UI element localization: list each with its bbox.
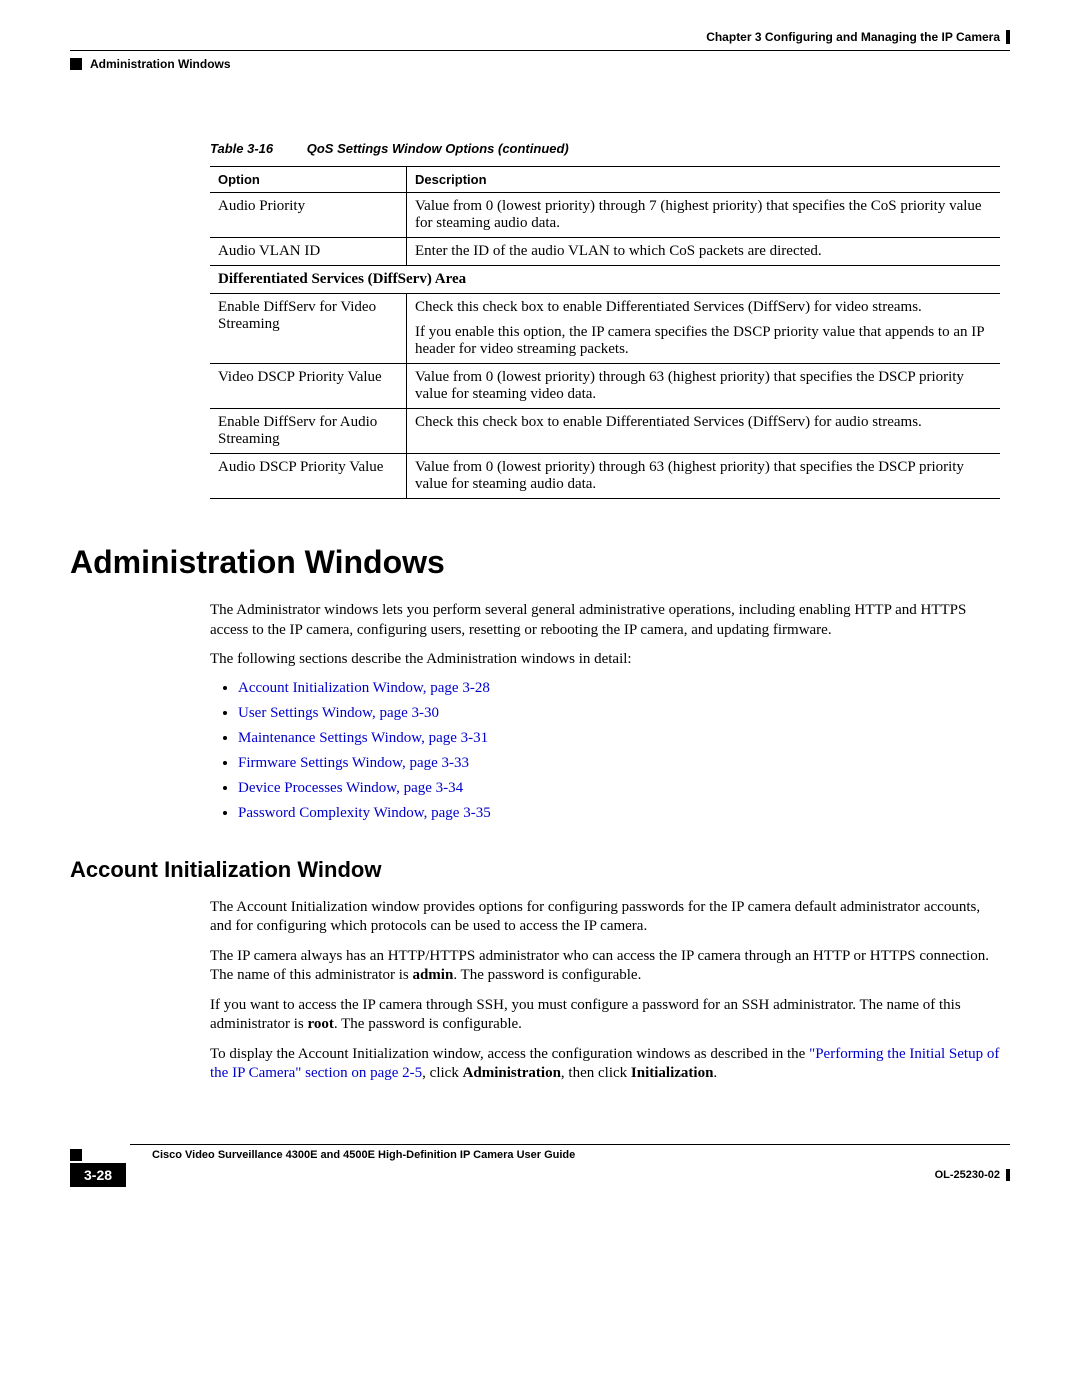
- list-item: Account Initialization Window, page 3-28: [238, 680, 1000, 697]
- heading-account-init: Account Initialization Window: [70, 857, 1010, 883]
- doc-number: OL-25230-02: [935, 1169, 1010, 1181]
- text-run: . The password is configurable.: [334, 1016, 522, 1032]
- desc-cell: Value from 0 (lowest priority) through 6…: [407, 454, 1001, 499]
- intro-para-1: The Administrator windows lets you perfo…: [210, 601, 1000, 640]
- text-run: To display the Account Initialization wi…: [210, 1046, 809, 1062]
- link-user-settings[interactable]: User Settings Window, page 3-30: [238, 705, 439, 721]
- section-cell: Differentiated Services (DiffServ) Area: [210, 266, 1000, 294]
- link-firmware[interactable]: Firmware Settings Window, page 3-33: [238, 755, 469, 771]
- table-row: Audio Priority Value from 0 (lowest prio…: [210, 193, 1000, 238]
- opt-cell: Enable DiffServ for Audio Streaming: [210, 409, 407, 454]
- desc-cell: Value from 0 (lowest priority) through 6…: [407, 364, 1001, 409]
- header-chapter: Chapter 3 Configuring and Managing the I…: [706, 30, 1010, 44]
- opt-cell: Audio Priority: [210, 193, 407, 238]
- qos-settings-table: Option Description Audio Priority Value …: [210, 166, 1000, 499]
- text-run: .: [713, 1065, 717, 1081]
- list-item: User Settings Window, page 3-30: [238, 705, 1000, 722]
- bold-root: root: [308, 1016, 334, 1032]
- link-account-init[interactable]: Account Initialization Window, page 3-28: [238, 680, 490, 696]
- desc-cell: Value from 0 (lowest priority) through 7…: [407, 193, 1001, 238]
- opt-cell: Audio DSCP Priority Value: [210, 454, 407, 499]
- table-row: Enable DiffServ for Audio Streaming Chec…: [210, 409, 1000, 454]
- bold-initialization: Initialization: [631, 1065, 714, 1081]
- page-header: Chapter 3 Configuring and Managing the I…: [70, 30, 1010, 44]
- acct-para-2: The IP camera always has an HTTP/HTTPS a…: [210, 947, 1000, 986]
- link-password-complexity[interactable]: Password Complexity Window, page 3-35: [238, 805, 491, 821]
- text-run: , then click: [561, 1065, 631, 1081]
- page-number: 3-28: [70, 1163, 126, 1187]
- opt-cell: Enable DiffServ for Video Streaming: [210, 294, 407, 364]
- list-item: Firmware Settings Window, page 3-33: [238, 755, 1000, 772]
- list-item: Password Complexity Window, page 3-35: [238, 805, 1000, 822]
- heading-admin-windows: Administration Windows: [70, 544, 1010, 581]
- list-item: Maintenance Settings Window, page 3-31: [238, 730, 1000, 747]
- desc-cell: Enter the ID of the audio VLAN to which …: [407, 238, 1001, 266]
- table-row: Audio DSCP Priority Value Value from 0 (…: [210, 454, 1000, 499]
- header-section: Administration Windows: [90, 57, 231, 71]
- footer-doc-title: Cisco Video Surveillance 4300E and 4500E…: [152, 1149, 1010, 1161]
- th-description: Description: [407, 167, 1001, 193]
- bold-administration: Administration: [463, 1065, 561, 1081]
- page-footer: Cisco Video Surveillance 4300E and 4500E…: [70, 1144, 1010, 1187]
- header-section-row: Administration Windows: [70, 57, 1010, 71]
- acct-para-1: The Account Initialization window provid…: [210, 898, 1000, 937]
- th-option: Option: [210, 167, 407, 193]
- table-caption: Table 3-16 QoS Settings Window Options (…: [210, 141, 1010, 156]
- link-maintenance[interactable]: Maintenance Settings Window, page 3-31: [238, 730, 488, 746]
- header-marker-icon: [70, 58, 82, 70]
- intro-para-2: The following sections describe the Admi…: [210, 650, 1000, 670]
- section-links-list: Account Initialization Window, page 3-28…: [210, 680, 1000, 822]
- list-item: Device Processes Window, page 3-34: [238, 780, 1000, 797]
- desc-para: Check this check box to enable Different…: [415, 299, 992, 316]
- text-run: , click: [422, 1065, 462, 1081]
- table-number: Table 3-16: [210, 141, 273, 156]
- table-title: QoS Settings Window Options (continued): [307, 141, 569, 156]
- bold-admin: admin: [412, 967, 453, 983]
- desc-cell: Check this check box to enable Different…: [407, 409, 1001, 454]
- acct-para-3: If you want to access the IP camera thro…: [210, 996, 1000, 1035]
- desc-cell: Check this check box to enable Different…: [407, 294, 1001, 364]
- table-row: Video DSCP Priority Value Value from 0 (…: [210, 364, 1000, 409]
- link-device-processes[interactable]: Device Processes Window, page 3-34: [238, 780, 463, 796]
- table-section-row: Differentiated Services (DiffServ) Area: [210, 266, 1000, 294]
- desc-para: If you enable this option, the IP camera…: [415, 324, 992, 358]
- text-run: . The password is configurable.: [453, 967, 641, 983]
- table-row: Enable DiffServ for Video Streaming Chec…: [210, 294, 1000, 364]
- table-row: Audio VLAN ID Enter the ID of the audio …: [210, 238, 1000, 266]
- opt-cell: Audio VLAN ID: [210, 238, 407, 266]
- opt-cell: Video DSCP Priority Value: [210, 364, 407, 409]
- footer-marker-icon: [70, 1149, 82, 1161]
- acct-para-4: To display the Account Initialization wi…: [210, 1045, 1000, 1084]
